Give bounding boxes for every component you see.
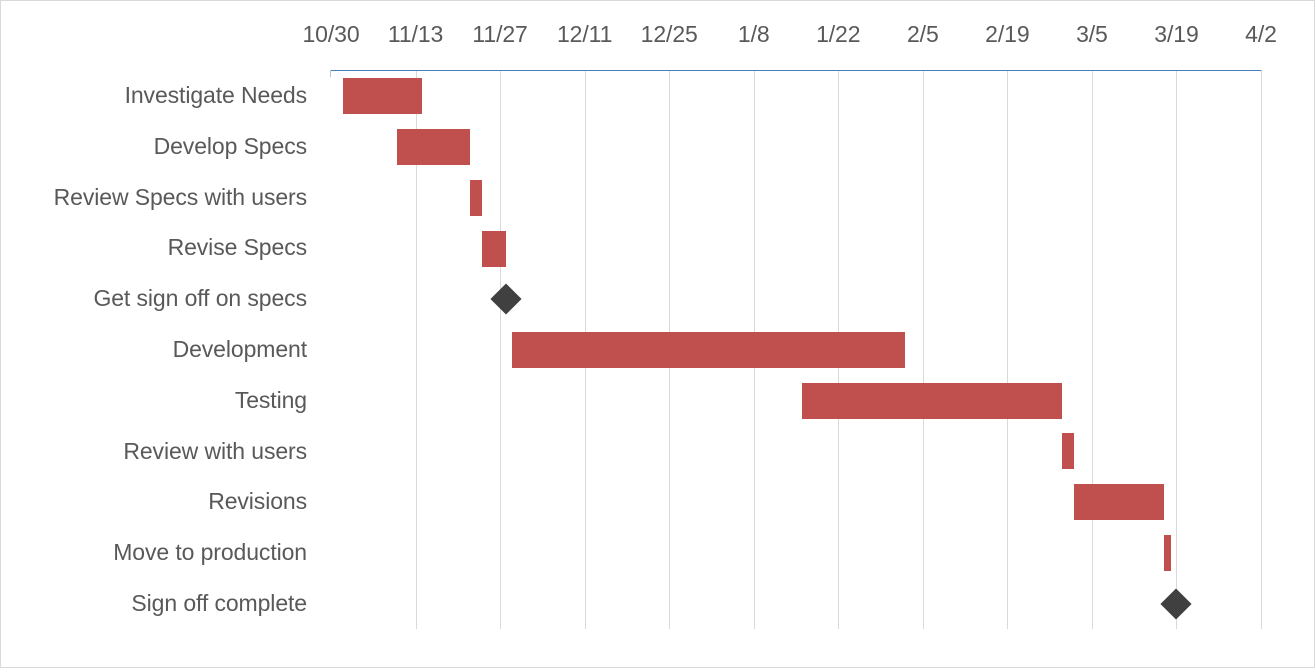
task-label: Review Specs with users	[53, 183, 307, 210]
gantt-milestone[interactable]	[490, 283, 522, 315]
task-label: Investigate Needs	[124, 81, 308, 108]
task-label-axis: Investigate Needs Develop Specs Review Spe…	[1, 70, 319, 629]
gantt-bar[interactable]	[802, 382, 1062, 419]
gridline	[1176, 71, 1178, 629]
date-axis-tick-label: 11/13	[387, 21, 444, 47]
gantt-bar[interactable]	[1061, 433, 1074, 470]
task-label: Get sign off on specs	[93, 285, 307, 312]
gridline	[922, 71, 924, 629]
task-label: Develop Specs	[153, 132, 308, 159]
task-label: Testing	[234, 386, 307, 413]
task-label: Sign off complete	[131, 590, 307, 617]
gridline	[1007, 71, 1009, 629]
date-axis-tick-label: 3/5	[1076, 21, 1108, 47]
task-label: Revise Specs	[167, 234, 308, 261]
gantt-bar[interactable]	[343, 78, 422, 115]
plot-area	[331, 71, 1262, 629]
date-axis-tick-label: 2/19	[985, 21, 1030, 47]
gridline	[1091, 71, 1093, 629]
date-axis-tick-label: 12/11	[556, 21, 613, 47]
date-axis-tick-label: 1/22	[816, 21, 861, 47]
date-axis-tick-label: 10/30	[302, 21, 360, 47]
task-label: Review with users	[123, 437, 307, 464]
date-axis-tick-label: 11/27	[472, 21, 528, 47]
gantt-milestone[interactable]	[1160, 588, 1193, 620]
date-axis: 10/30 11/13 11/27 12/11 12/25 1/8 1/22 2/5 2/19 3…	[302, 21, 1277, 77]
date-axis-tick-label: 3/19	[1154, 21, 1199, 47]
gantt-bar[interactable]	[397, 129, 470, 166]
gantt-bar[interactable]	[512, 332, 905, 368]
gridline	[500, 71, 502, 629]
task-label: Revisions	[208, 488, 307, 515]
date-axis-tick-label: 1/8	[737, 21, 770, 47]
gantt-chart: 10/30 11/13 11/27 12/11 12/25 1/8 1/22 2/5 2/19 3…	[0, 0, 1315, 668]
task-label: Development	[172, 335, 308, 362]
date-axis-tick-label: 2/5	[906, 21, 939, 47]
gridline	[1261, 71, 1262, 629]
date-axis-tick-label: 4/2	[1245, 21, 1277, 47]
gantt-bar[interactable]	[1073, 484, 1165, 521]
gantt-bar[interactable]	[469, 179, 482, 216]
task-label: Move to production	[113, 539, 307, 566]
gantt-bar[interactable]	[481, 230, 507, 267]
date-axis-tick-label: 12/25	[640, 21, 698, 47]
gantt-bar[interactable]	[1164, 534, 1172, 571]
